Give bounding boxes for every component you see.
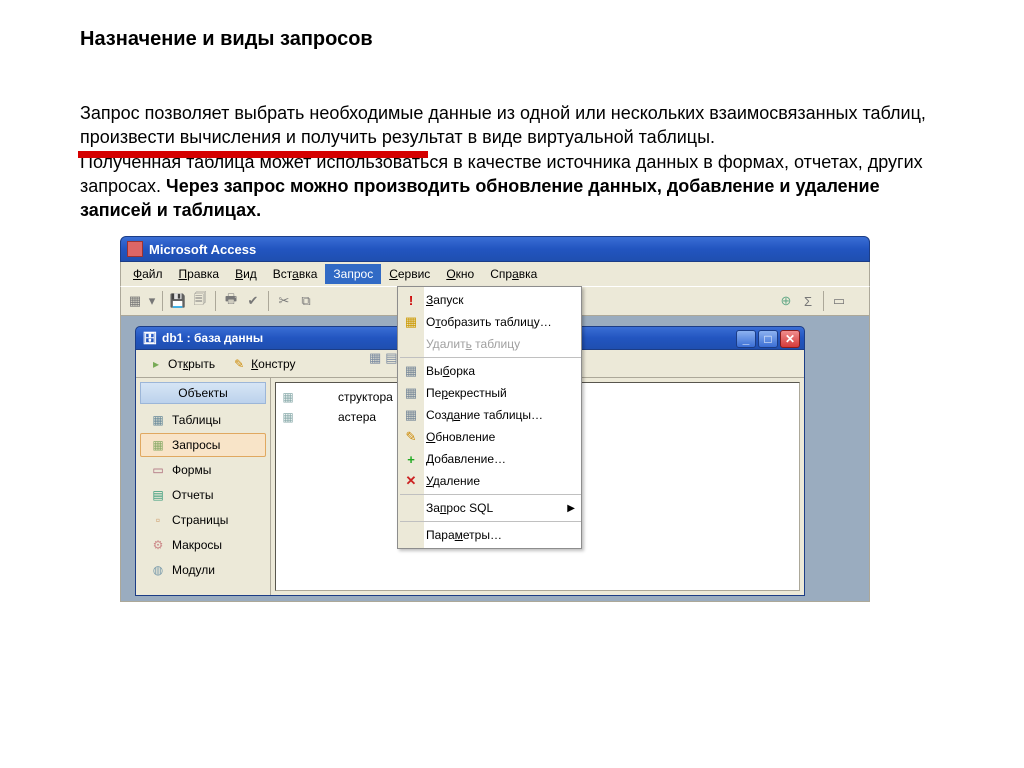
menu-update[interactable]: ✎ Обновление xyxy=(424,426,581,448)
menu-run[interactable]: ! Запуск xyxy=(424,289,581,311)
print-preview-icon[interactable]: 🗐 xyxy=(190,291,210,311)
menu-bar: Файл Правка Вид Вставка Запрос Сервис Ок… xyxy=(120,262,870,286)
crosstab-icon: ▦ xyxy=(402,384,420,402)
properties-icon[interactable]: ▭ xyxy=(829,291,849,311)
menu-file[interactable]: Файл xyxy=(125,264,171,284)
nav-tables[interactable]: ▦ Таблицы xyxy=(140,408,266,432)
append-icon: + xyxy=(402,450,420,468)
run-icon: ! xyxy=(402,291,420,309)
tables-icon: ▦ xyxy=(150,412,166,428)
modules-icon: ◍ xyxy=(150,562,166,578)
menu-view[interactable]: Вид xyxy=(227,264,265,284)
nav-modules[interactable]: ◍ Модули xyxy=(140,558,266,582)
totals-icon[interactable]: ⊕ xyxy=(776,291,796,311)
objects-panel: Объекты ▦ Таблицы ▦ Запросы ▭ xyxy=(136,378,271,595)
access-key-icon xyxy=(127,241,143,257)
app-title-text: Microsoft Access xyxy=(149,242,256,257)
small-icons-icon[interactable]: ▤ xyxy=(385,350,397,366)
red-underline xyxy=(78,151,428,158)
show-table-icon: ▦ xyxy=(402,313,420,331)
open-button[interactable]: ▸ Открыть xyxy=(142,354,221,374)
menu-show-table[interactable]: ▦ Отобразить таблицу… xyxy=(424,311,581,333)
menu-query[interactable]: Запрос xyxy=(325,264,381,284)
screenshot-container: Microsoft Access Файл Правка Вид Вставка… xyxy=(120,236,870,602)
design-button[interactable]: ✎ Констру xyxy=(225,354,301,374)
menu-insert[interactable]: Вставка xyxy=(265,264,326,284)
bottom-fade xyxy=(0,678,1024,768)
menu-select-query[interactable]: ▦ Выборка xyxy=(424,360,581,382)
design-icon: ✎ xyxy=(231,356,247,372)
save-icon[interactable]: 💾 xyxy=(168,291,188,311)
view-icon[interactable]: ▦ xyxy=(125,291,145,311)
sigma-icon[interactable]: Σ xyxy=(798,291,818,311)
delete-icon: ✕ xyxy=(402,472,420,490)
menu-crosstab[interactable]: ▦ Перекрестный xyxy=(424,382,581,404)
queries-icon: ▦ xyxy=(150,437,166,453)
objects-header: Объекты xyxy=(140,382,266,404)
paragraph-a: Запрос позволяет выбрать необходимые дан… xyxy=(80,103,926,147)
update-icon: ✎ xyxy=(402,428,420,446)
body-text: Запрос позволяет выбрать необходимые дан… xyxy=(80,101,944,222)
minimize-button[interactable]: _ xyxy=(736,330,756,348)
menu-service[interactable]: Сервис xyxy=(381,264,438,284)
dropdown-arrow-icon[interactable]: ▾ xyxy=(147,291,157,311)
query-dropdown: ! Запуск ▦ Отобразить таблицу… Удалить т… xyxy=(397,286,582,549)
macros-icon: ⚙ xyxy=(150,537,166,553)
forms-icon: ▭ xyxy=(150,462,166,478)
menu-parameters[interactable]: Параметры… xyxy=(424,524,581,546)
db-window-icon: 🗄 xyxy=(142,330,158,346)
db-window-title: db1 : база данны xyxy=(162,331,263,345)
paragraph-bold: Через запрос можно производить обновлени… xyxy=(80,176,880,220)
page-title: Назначение и виды запросов xyxy=(80,28,944,51)
nav-pages[interactable]: ▫ Страницы xyxy=(140,508,266,532)
reports-icon: ▤ xyxy=(150,487,166,503)
cut-icon[interactable]: ✂ xyxy=(274,291,294,311)
spell-icon[interactable]: ✔ xyxy=(243,291,263,311)
menu-sql[interactable]: Запрос SQL ▶ xyxy=(424,497,581,519)
nav-forms[interactable]: ▭ Формы xyxy=(140,458,266,482)
menu-delete[interactable]: ✕ Удаление xyxy=(424,470,581,492)
menu-window[interactable]: Окно xyxy=(438,264,482,284)
large-icons-icon[interactable]: ▦ xyxy=(369,350,381,366)
create-wizard-icon: ▦ xyxy=(280,409,296,425)
menu-edit[interactable]: Правка xyxy=(171,264,228,284)
open-icon: ▸ xyxy=(148,356,164,372)
menu-remove-table: Удалить таблицу xyxy=(424,333,581,355)
menu-help[interactable]: Справка xyxy=(482,264,545,284)
make-table-icon: ▦ xyxy=(402,406,420,424)
app-titlebar: Microsoft Access xyxy=(120,236,870,262)
menu-make-table[interactable]: ▦ Создание таблицы… xyxy=(424,404,581,426)
nav-reports[interactable]: ▤ Отчеты xyxy=(140,483,266,507)
maximize-button[interactable]: □ xyxy=(758,330,778,348)
nav-macros[interactable]: ⚙ Макросы xyxy=(140,533,266,557)
nav-queries[interactable]: ▦ Запросы xyxy=(140,433,266,457)
pages-icon: ▫ xyxy=(150,512,166,528)
menu-append[interactable]: + Добавление… xyxy=(424,448,581,470)
close-button[interactable]: ✕ xyxy=(780,330,800,348)
submenu-arrow-icon: ▶ xyxy=(567,503,575,514)
create-design-icon: ▦ xyxy=(280,389,296,405)
copy-icon[interactable]: ⧉ xyxy=(296,291,316,311)
print-icon[interactable]: 🖶 xyxy=(221,291,241,311)
select-query-icon: ▦ xyxy=(402,362,420,380)
